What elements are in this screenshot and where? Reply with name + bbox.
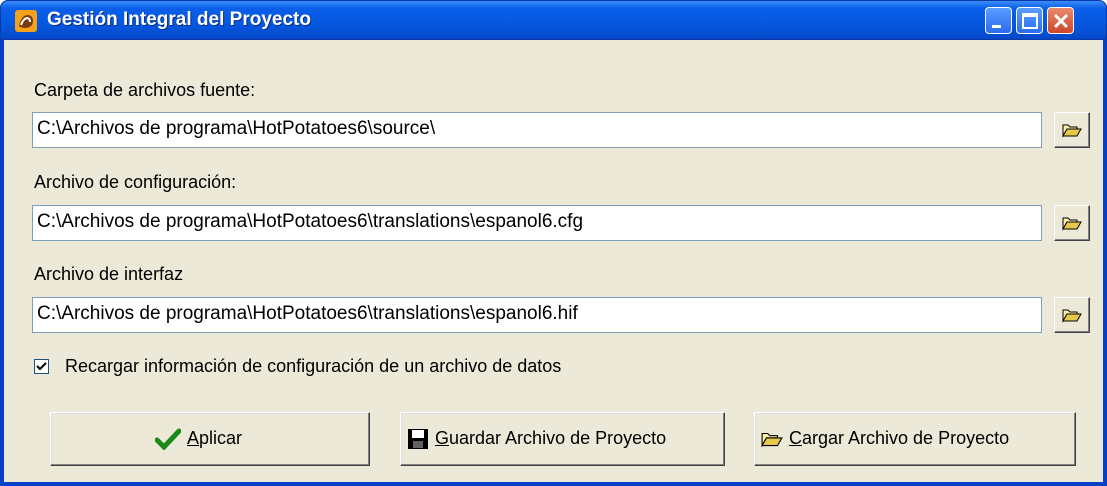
interface-file-label: Archivo de interfaz [34,264,184,284]
browse-source-button[interactable] [1054,112,1090,148]
open-folder-icon [1062,217,1082,231]
interface-file-field[interactable]: C:\Archivos de programa\HotPotatoes6\tra… [32,297,1042,333]
maximize-button[interactable] [1016,7,1043,34]
config-file-field[interactable]: C:\Archivos de programa\HotPotatoes6\tra… [32,205,1042,241]
hotpotatoes-app-icon [15,10,37,32]
source-folder-label: Carpeta de archivos fuente: [34,80,256,100]
load-label: argar Archivo de Proyecto [802,428,1010,448]
reload-config-checkbox[interactable] [34,359,49,374]
floppy-disk-icon [408,429,428,450]
save-project-button[interactable]: Guardar Archivo de Proyecto [400,412,725,466]
source-folder-field[interactable]: C:\Archivos de programa\HotPotatoes6\sou… [32,112,1042,148]
window-title: Gestión Integral del Proyecto [47,9,311,30]
checkmark-icon [36,362,47,371]
open-folder-icon [761,433,783,448]
save-accel: G [435,428,450,448]
load-project-button[interactable]: Cargar Archivo de Proyecto [754,412,1076,466]
minimize-button[interactable] [985,7,1012,34]
reload-config-label: Recargar información de configuración de… [65,356,562,376]
apply-accel: A [187,428,200,448]
save-label: uardar Archivo de Proyecto [449,428,667,448]
browse-interface-button[interactable] [1054,297,1090,333]
open-folder-icon [1062,309,1082,323]
minimize-icon [992,25,1001,28]
checkmark-icon [155,428,181,451]
maximize-icon [1022,13,1038,29]
load-accel: C [789,428,802,448]
browse-config-button[interactable] [1054,205,1090,241]
apply-button[interactable]: Aplicar [50,412,370,466]
open-folder-icon [1062,124,1082,138]
close-button[interactable] [1047,7,1074,34]
config-file-label: Archivo de configuración: [34,172,237,192]
project-management-dialog: Gestión Integral del Proyecto Carpeta de… [0,0,1107,486]
apply-label: plicar [199,428,243,448]
close-icon [1053,13,1069,29]
title-bar[interactable]: Gestión Integral del Proyecto [0,0,1107,40]
